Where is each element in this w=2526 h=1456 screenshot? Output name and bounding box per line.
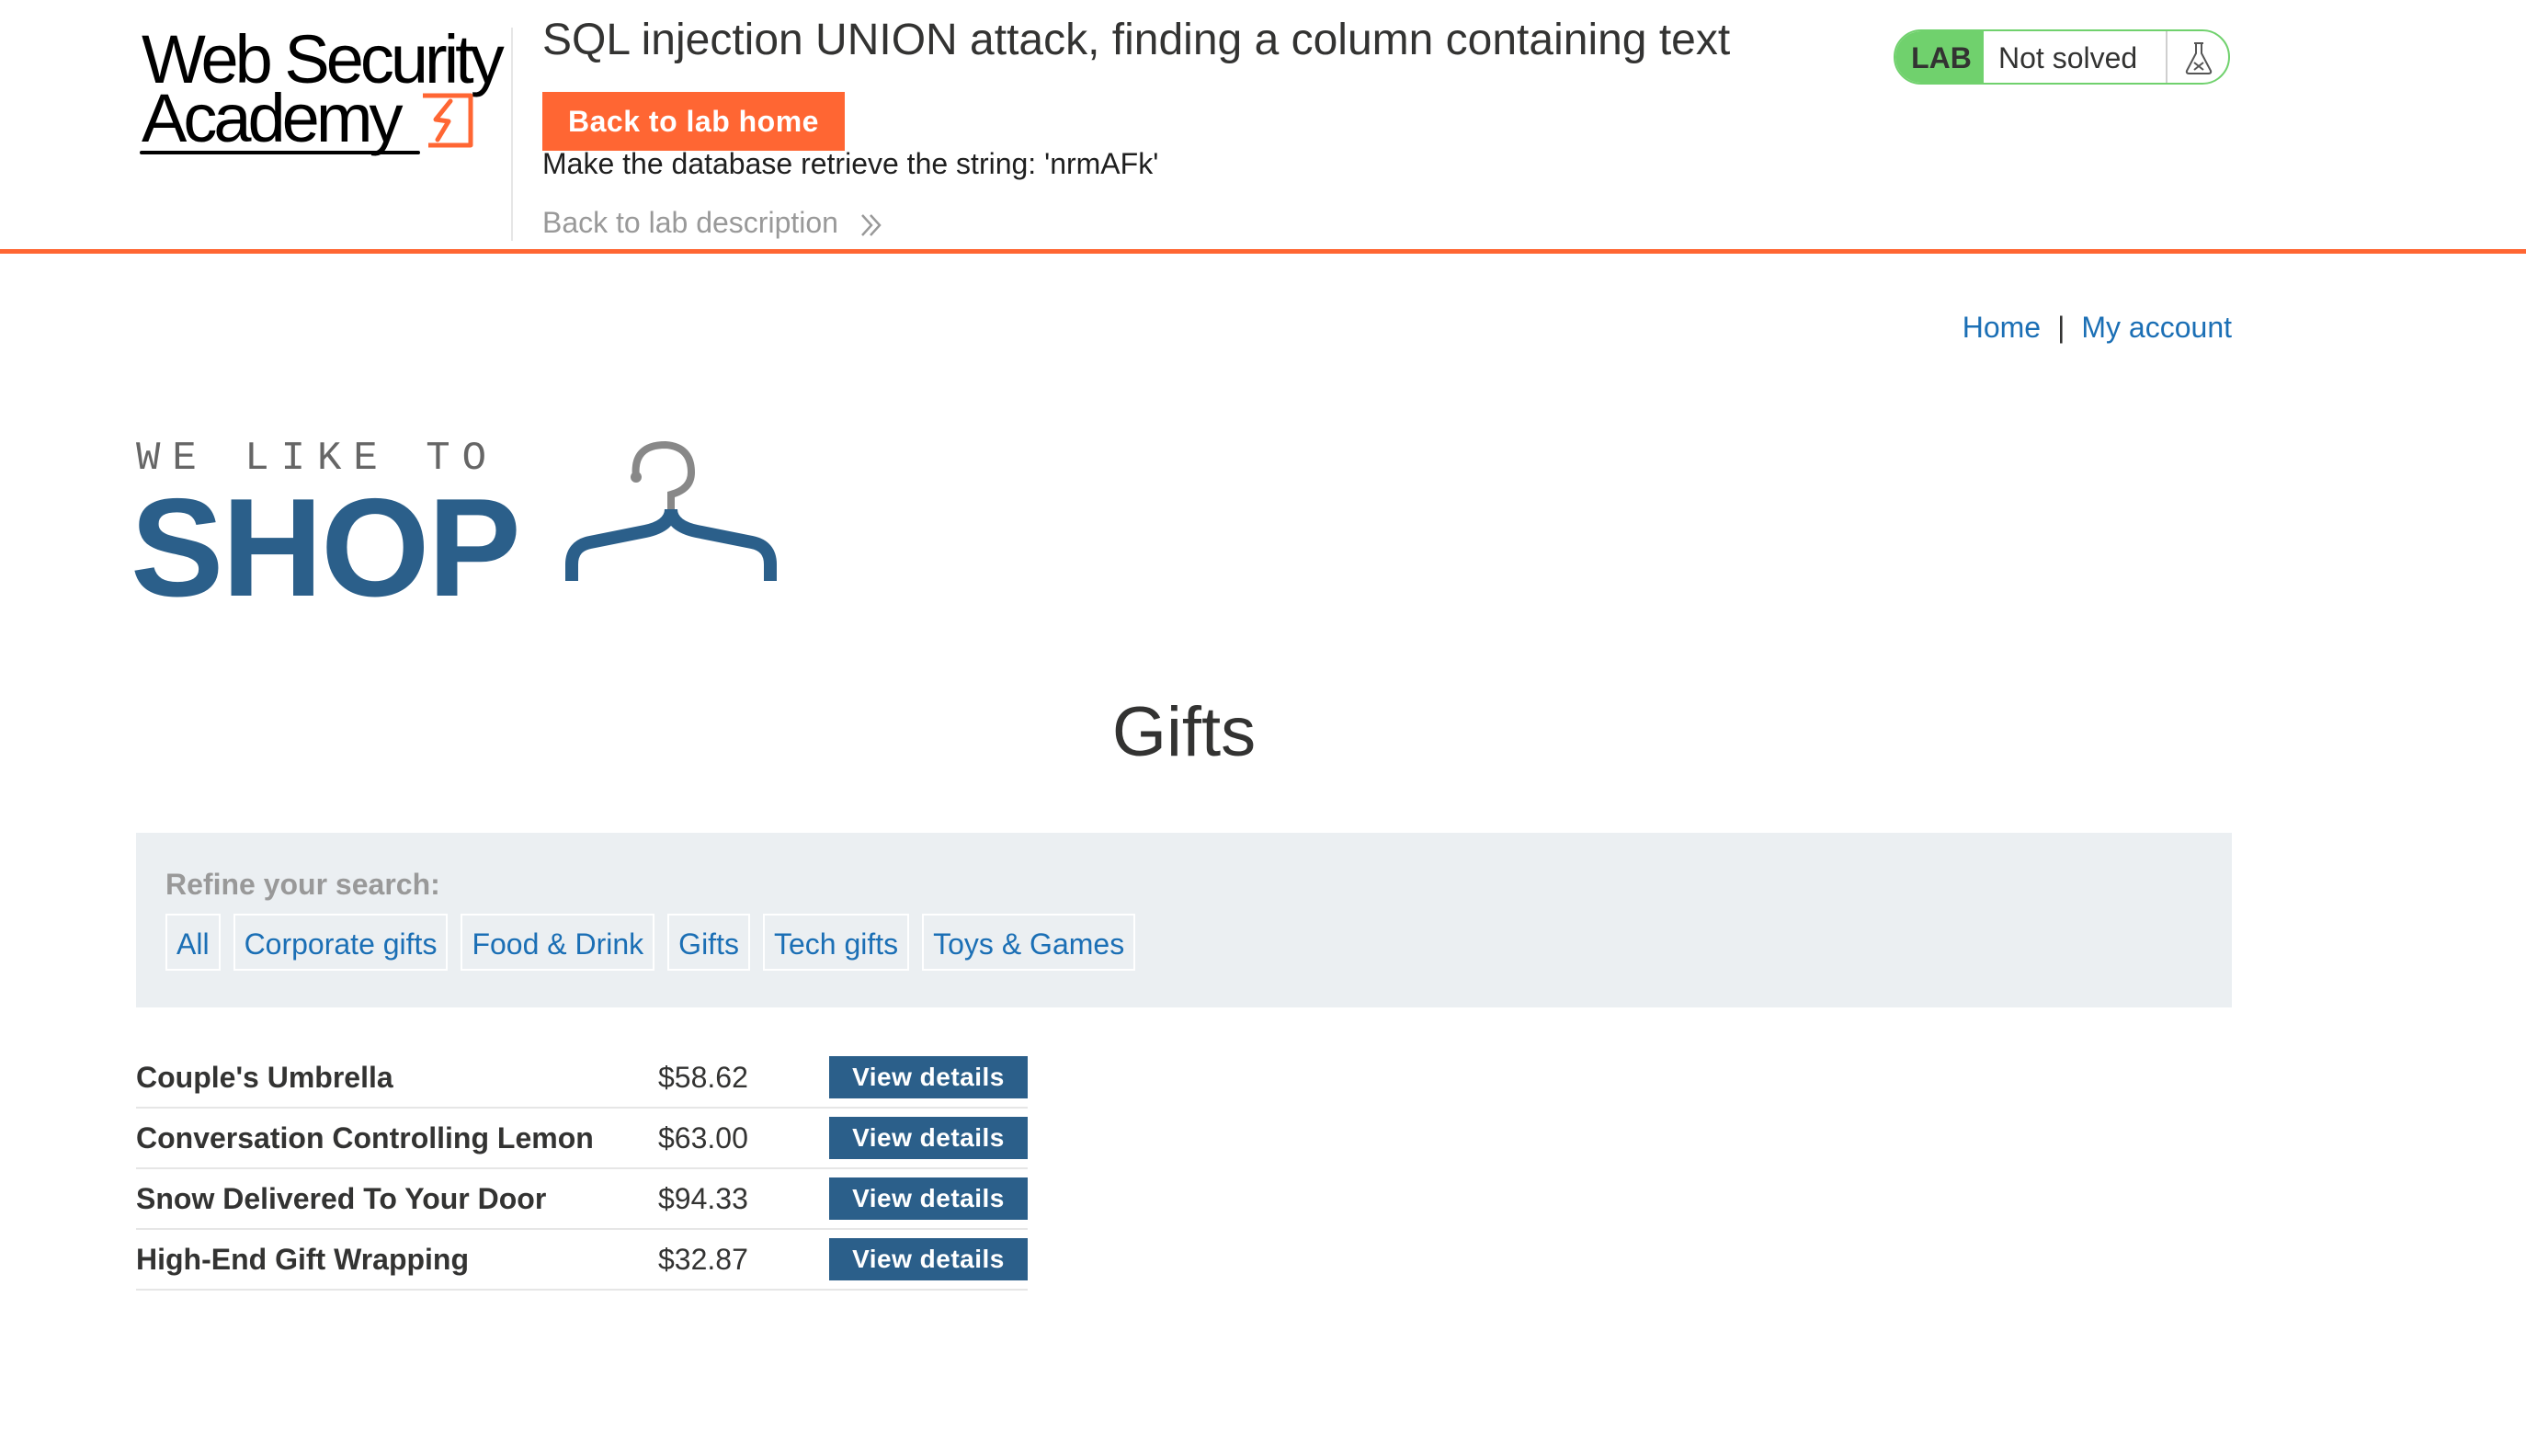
account-nav: Home | My account <box>1963 307 2232 347</box>
view-details-button[interactable]: View details <box>829 1117 1028 1159</box>
back-to-lab-description-label: Back to lab description <box>542 206 838 239</box>
shop-word: SHOP <box>131 470 521 626</box>
lab-status-widget: LAB Not solved <box>1894 29 2230 85</box>
product-name: Couple's Umbrella <box>136 1048 658 1109</box>
web-security-academy-logo[interactable]: Web Security Academy <box>138 26 506 164</box>
lab-status-separator <box>2166 31 2168 83</box>
header-divider <box>511 28 513 241</box>
academy-header: Web Security Academy SQL injection UNION… <box>0 0 2526 254</box>
product-price: $63.00 <box>658 1108 781 1169</box>
filter-all[interactable]: All <box>165 914 221 971</box>
product-price: $94.33 <box>658 1168 781 1230</box>
back-to-lab-description-link[interactable]: Back to lab description <box>542 204 883 241</box>
filter-panel: Refine your search: All Corporate gifts … <box>136 833 2232 1007</box>
category-filters: All Corporate gifts Food & Drink Gifts T… <box>165 914 1136 971</box>
nav-separator: | <box>2057 311 2065 344</box>
page-title: Gifts <box>1111 693 1257 771</box>
hanger-icon <box>565 440 777 581</box>
product-name: High-End Gift Wrapping <box>136 1229 658 1291</box>
filter-toys-games[interactable]: Toys & Games <box>922 914 1136 971</box>
lab-badge: LAB <box>1895 31 1984 83</box>
view-details-button[interactable]: View details <box>829 1177 1028 1220</box>
product-table: Couple's Umbrella $58.62 View details Co… <box>136 1048 1028 1291</box>
product-price: $32.87 <box>658 1229 781 1291</box>
shop-logo[interactable]: WE LIKE TO SHOP <box>131 436 796 626</box>
view-details-button[interactable]: View details <box>829 1238 1028 1280</box>
lab-status-text: Not solved <box>1998 41 2138 74</box>
filter-food-drink[interactable]: Food & Drink <box>461 914 655 971</box>
flask-icon <box>2185 42 2213 74</box>
filter-corporate-gifts[interactable]: Corporate gifts <box>233 914 449 971</box>
product-name: Conversation Controlling Lemon <box>136 1108 658 1169</box>
table-row: Couple's Umbrella $58.62 View details <box>136 1048 1028 1109</box>
product-name: Snow Delivered To Your Door <box>136 1168 658 1230</box>
back-to-lab-home-button[interactable]: Back to lab home <box>542 92 845 151</box>
logo-underline <box>140 151 420 154</box>
lab-objective: Make the database retrieve the string: '… <box>542 147 1159 180</box>
table-row: Snow Delivered To Your Door $94.33 View … <box>136 1168 1028 1230</box>
home-link[interactable]: Home <box>1963 311 2041 344</box>
table-row: Conversation Controlling Lemon $63.00 Vi… <box>136 1108 1028 1169</box>
filter-gifts[interactable]: Gifts <box>667 914 750 971</box>
refine-search-label: Refine your search: <box>165 868 440 901</box>
view-details-button[interactable]: View details <box>829 1056 1028 1098</box>
my-account-link[interactable]: My account <box>2081 311 2232 344</box>
academy-lightning-icon <box>423 93 473 148</box>
double-chevron-right-icon <box>860 213 882 236</box>
logo-text-line2: Academy <box>142 80 403 156</box>
lab-title: SQL injection UNION attack, finding a co… <box>542 16 1731 64</box>
filter-tech-gifts[interactable]: Tech gifts <box>762 914 910 971</box>
product-price: $58.62 <box>658 1048 781 1109</box>
table-row: High-End Gift Wrapping $32.87 View detai… <box>136 1229 1028 1291</box>
